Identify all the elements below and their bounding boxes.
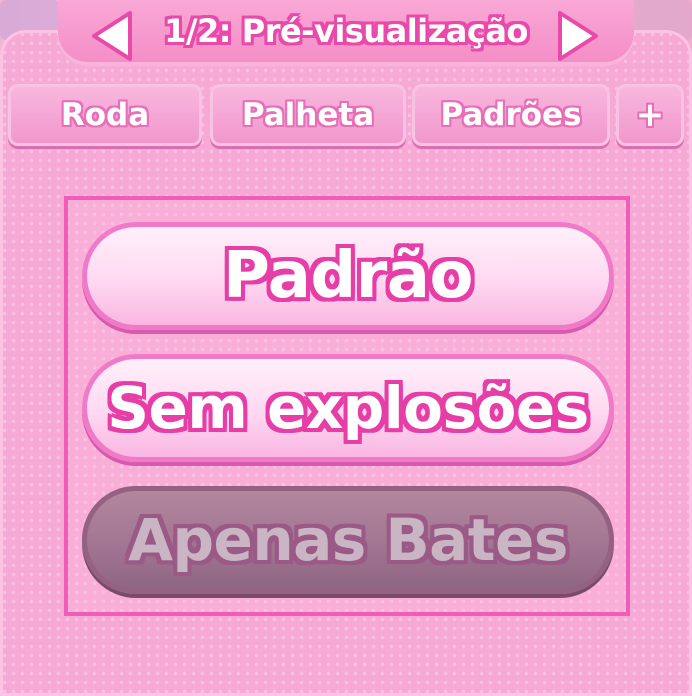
tab-roda[interactable]: Roda [8, 84, 202, 146]
next-page-button[interactable] [554, 8, 602, 64]
option-label: Padrão [223, 239, 473, 313]
tab-padroes[interactable]: Padrões [412, 84, 610, 146]
option-padrao-button[interactable]: Padrão [82, 222, 614, 330]
option-apenas-bates-button[interactable]: Apenas Bates [82, 486, 614, 594]
tab-palheta[interactable]: Palheta [210, 84, 406, 146]
triangle-right-icon [558, 11, 598, 61]
tab-add-button[interactable]: + [616, 84, 684, 146]
tab-bar: Roda Palheta Padrões + [8, 84, 684, 150]
option-sem-explosoes-button[interactable]: Sem explosões [82, 354, 614, 462]
page-title: 1/2: Pré-visualização [164, 12, 528, 50]
option-label: Sem explosões [107, 374, 589, 442]
option-label: Apenas Bates [128, 506, 568, 574]
